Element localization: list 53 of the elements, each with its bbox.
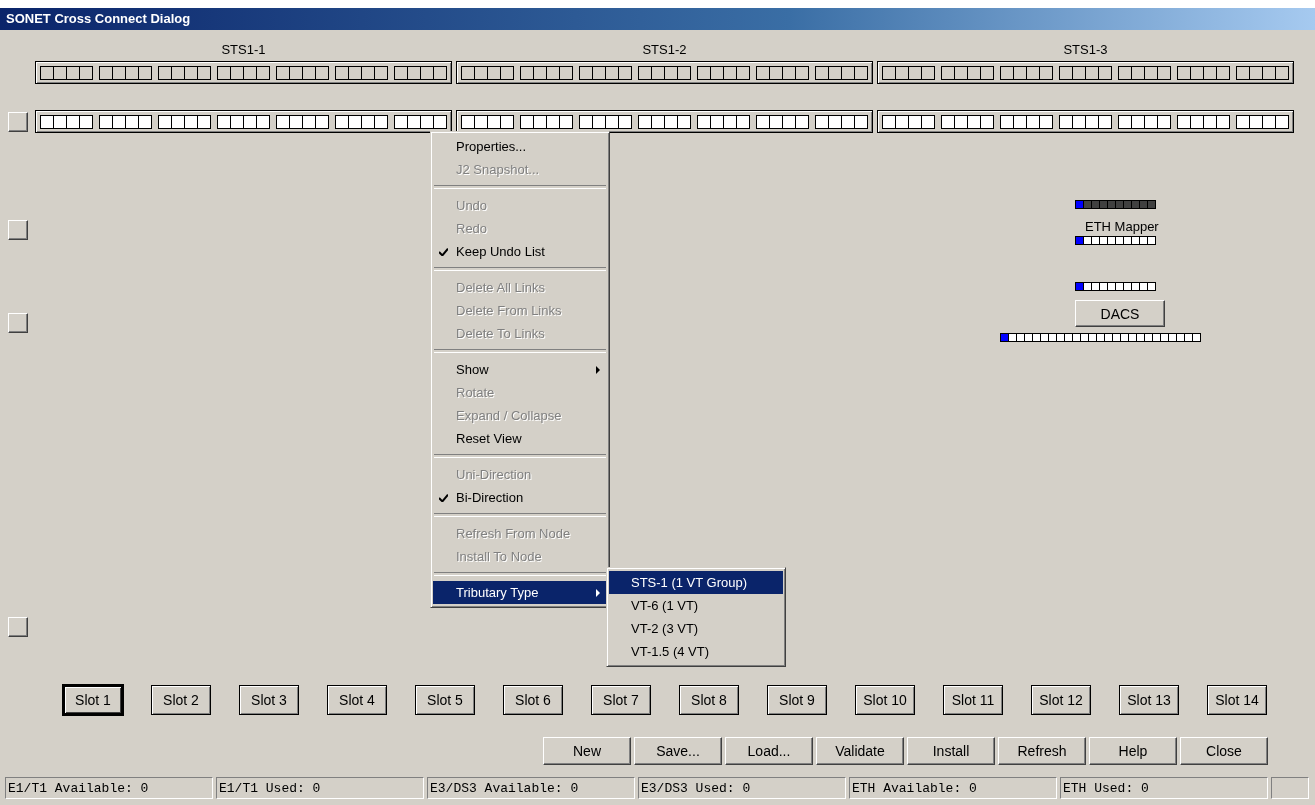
menu-item[interactable]: Properties... [433,135,607,158]
action-button[interactable]: Help [1089,737,1177,765]
status-pane: ETH Used: 0 [1060,777,1268,799]
submenu-arrow-icon [596,366,600,374]
status-pane [1271,777,1309,799]
action-button[interactable]: Install [907,737,995,765]
slot-button[interactable]: Slot 8 [679,685,739,715]
side-button[interactable] [8,220,28,240]
slot-button[interactable]: Slot 13 [1119,685,1179,715]
menu-item[interactable]: Tributary Type [433,581,607,604]
menu-item[interactable]: STS-1 (1 VT Group) [609,571,783,594]
slot-button[interactable]: Slot 7 [591,685,651,715]
action-button[interactable]: Refresh [998,737,1086,765]
menu-item[interactable]: Reset View [433,427,607,450]
slot-button[interactable]: Slot 10 [855,685,915,715]
menu-item[interactable]: Bi-Direction [433,486,607,509]
sts-label: STS1-3 [1062,42,1109,58]
menu-item[interactable]: VT-6 (1 VT) [609,594,783,617]
side-button[interactable] [8,617,28,637]
menu-item[interactable]: Show [433,358,607,381]
menu-item[interactable]: VT-1.5 (4 VT) [609,640,783,663]
slot-button[interactable]: Slot 4 [327,685,387,715]
side-button[interactable] [8,313,28,333]
submenu-arrow-icon [596,589,600,597]
status-pane: E1/T1 Available: 0 [5,777,213,799]
slot-button[interactable]: Slot 12 [1031,685,1091,715]
window-title: SONET Cross Connect Dialog [0,8,1315,30]
action-button[interactable]: New [543,737,631,765]
status-pane: E3/DS3 Used: 0 [638,777,846,799]
sts-label: STS1-1 [220,42,267,58]
action-button[interactable]: Validate [816,737,904,765]
status-pane: E3/DS3 Available: 0 [427,777,635,799]
status-pane: E1/T1 Used: 0 [216,777,424,799]
slot-button[interactable]: Slot 3 [239,685,299,715]
action-button[interactable]: Close [1180,737,1268,765]
status-pane: ETH Available: 0 [849,777,1057,799]
side-button[interactable] [8,111,28,132]
sts-label: STS1-2 [641,42,688,58]
menu-item[interactable]: VT-2 (3 VT) [609,617,783,640]
slot-button[interactable]: Slot 5 [415,685,475,715]
check-icon [439,248,448,256]
module-button[interactable]: DACS [1075,300,1165,327]
slot-button[interactable]: Slot 6 [503,685,563,715]
slot-button[interactable]: Slot 9 [767,685,827,715]
slot-button[interactable]: Slot 1 [63,685,123,715]
module-label: ETH Mapper [1085,219,1159,235]
check-icon [439,494,448,502]
action-button[interactable]: Save... [634,737,722,765]
slot-button[interactable]: Slot 14 [1207,685,1267,715]
action-button[interactable]: Load... [725,737,813,765]
slot-button[interactable]: Slot 11 [943,685,1003,715]
slot-button[interactable]: Slot 2 [151,685,211,715]
menu-item[interactable]: Keep Undo List [433,240,607,263]
